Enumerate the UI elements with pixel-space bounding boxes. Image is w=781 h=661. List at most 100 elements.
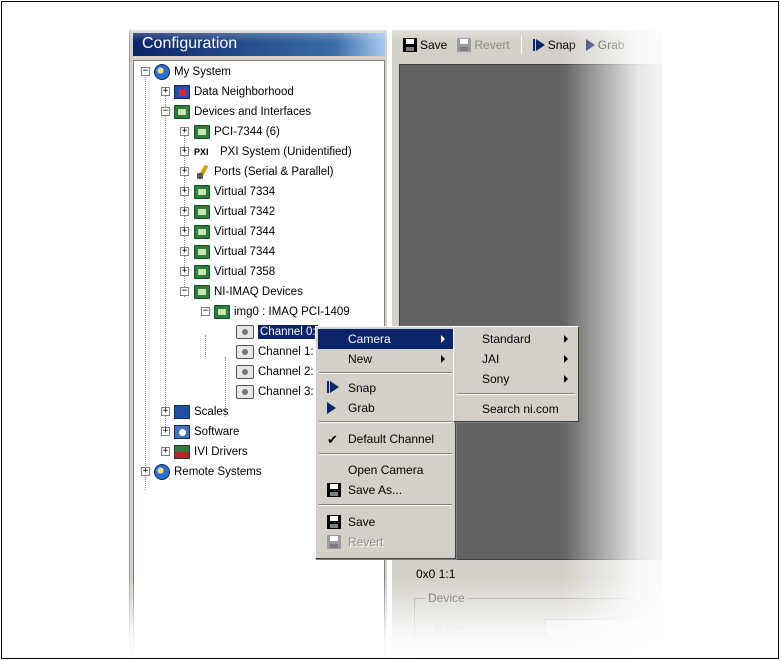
menu-separator [319,453,452,455]
menu-item-snap[interactable]: Snap [318,378,453,398]
revert-button[interactable]: Revert [454,36,512,54]
tree-item-channel-0[interactable]: Channel 0: [236,323,318,341]
expand-toggle[interactable]: + [180,267,189,276]
menu-item-label: Sony [482,372,510,386]
menu-item-standard[interactable]: Standard [456,329,576,349]
menu-item-label: Grab [348,401,375,415]
tree-item-pci-7344[interactable]: PCI-7344 (6) [194,123,280,141]
submenu-arrow-icon [441,335,445,343]
camera-icon [236,365,254,379]
expand-toggle[interactable]: + [161,407,170,416]
tree-item-label: Virtual 7344 [214,246,276,258]
tree-item-channel-2[interactable]: Channel 2: [236,363,314,381]
menu-item-label: Camera [348,332,391,346]
tree-item-ports[interactable]: Ports (Serial & Parallel) [194,163,334,181]
tree-item-channel-1[interactable]: Channel 1: [236,343,314,361]
tree-item-virtual-7342[interactable]: Virtual 7342 [194,203,275,221]
menu-item-label: Revert [348,535,384,549]
expand-toggle[interactable]: + [180,227,189,236]
tree-item-label: Virtual 7358 [214,266,276,278]
tree-line [145,75,146,490]
menu-item-jai[interactable]: JAI [456,349,576,369]
tree-item-label: NI-IMAQ Devices [214,286,303,298]
tree-item-virtual-7334[interactable]: Virtual 7334 [194,183,275,201]
port-icon [194,165,210,179]
tree-item-label: IVI Drivers [194,446,248,458]
expand-toggle[interactable]: + [180,147,189,156]
expand-toggle[interactable]: + [180,207,189,216]
tree-line [205,335,206,357]
menu-item-default-channel[interactable]: ✔ Default Channel [318,429,453,449]
tree-item-remote-systems[interactable]: Remote Systems [154,463,262,481]
tree-item-label: Data Neighborhood [194,86,294,98]
revert-icon [327,535,341,549]
folder-icon [194,285,210,299]
tree-item-software[interactable]: Software [174,423,239,441]
tree-item-scales[interactable]: Scales [174,403,229,421]
camera-icon [236,325,254,339]
device-name-field[interactable] [545,619,655,637]
collapse-toggle[interactable]: − [201,307,210,316]
menu-item-new[interactable]: New [318,349,453,369]
scales-icon [174,405,190,419]
menu-separator [319,421,452,423]
tree-item-channel-3[interactable]: Channel 3: [236,383,314,401]
save-button[interactable]: Save [400,36,450,54]
expand-toggle[interactable]: + [180,247,189,256]
status-readout: 0x0 1:1 [416,567,456,581]
tree-item-pxi-system[interactable]: PXI PXI System (Unidentified) [194,143,352,161]
submenu-arrow-icon [564,375,568,383]
menu-item-sony[interactable]: Sony [456,369,576,389]
tree-item-label: Devices and Interfaces [194,106,311,118]
device-icon [214,305,230,319]
menu-item-label: JAI [482,352,500,366]
snap-button[interactable]: Snap [530,36,579,54]
tree-item-label: Software [194,426,240,438]
revert-icon [457,38,472,52]
tree-item-data-neighborhood[interactable]: Data Neighborhood [174,83,294,101]
collapse-toggle[interactable]: − [180,287,189,296]
menu-separator [319,504,452,506]
tree-item-label: PCI-7344 (6) [214,126,280,138]
menu-item-label: New [348,352,373,366]
tree-item-virtual-7358[interactable]: Virtual 7358 [194,263,275,281]
menu-item-revert[interactable]: Revert [318,532,453,552]
expand-toggle[interactable]: + [141,467,150,476]
tree-item-label: Remote Systems [174,466,262,478]
grab-button[interactable]: Grab [583,36,628,54]
menu-item-save-as[interactable]: Save As... [318,480,453,500]
device-group-label: Device [425,591,468,605]
menu-item-label: Save As... [348,483,403,497]
expand-toggle[interactable]: + [180,167,189,176]
tree-item-img0[interactable]: img0 : IMAQ PCI-1409 [214,303,350,321]
tree-item-virtual-7344[interactable]: Virtual 7344 [194,223,275,241]
camera-submenu: Standard JAI Sony Search ni.com [453,326,579,422]
tree-item-virtual-7344[interactable]: Virtual 7344 [194,243,275,261]
expand-toggle[interactable]: + [161,447,170,456]
tree-item-imaq-devices[interactable]: NI-IMAQ Devices [194,283,303,301]
save-icon [403,38,417,52]
snap-icon [327,381,339,393]
tree-item-my-system[interactable]: My System [154,63,231,81]
expand-toggle[interactable]: + [161,427,170,436]
tree-item-label: img0 : IMAQ PCI-1409 [234,306,350,318]
tree-item-devices-interfaces[interactable]: Devices and Interfaces [174,103,311,121]
expand-toggle[interactable]: + [180,187,189,196]
menu-item-camera[interactable]: Camera [318,329,453,349]
menu-item-open-camera[interactable]: Open Camera [318,460,453,480]
menu-item-search-ni[interactable]: Search ni.com [456,399,576,419]
device-icon [194,205,210,219]
expand-toggle[interactable]: + [180,127,189,136]
tree-item-label: Virtual 7342 [214,206,276,218]
tree-item-ivi-drivers[interactable]: IVI Drivers [174,443,248,461]
collapse-toggle[interactable]: − [141,67,150,76]
menu-item-grab[interactable]: Grab [318,398,453,418]
menu-item-save[interactable]: Save [318,512,453,532]
expand-toggle[interactable]: + [161,87,170,96]
save-label: Save [420,38,448,52]
tree-item-label: Virtual 7344 [214,226,276,238]
tree-item-label: Ports (Serial & Parallel) [214,166,334,178]
collapse-toggle[interactable]: − [161,107,170,116]
tree-item-label: My System [174,66,231,78]
system-icon [154,64,170,80]
